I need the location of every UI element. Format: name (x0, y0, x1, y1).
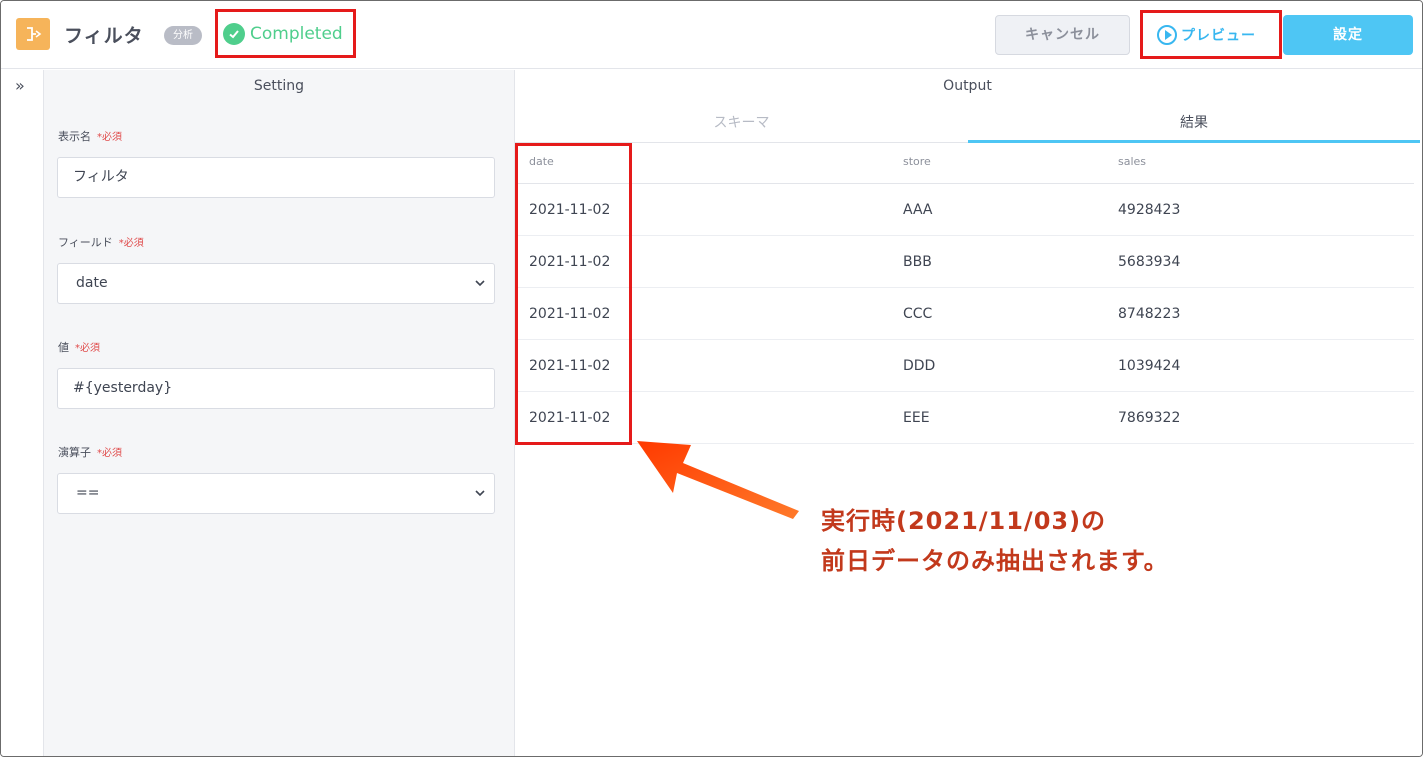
header: フィルタ 分析 Completed キャンセル プレビュー 設定 (1, 1, 1422, 69)
preview-label: プレビュー (1181, 28, 1256, 44)
table-cell: DDD (903, 358, 936, 374)
table-cell: AAA (903, 202, 933, 218)
setting-button[interactable]: 設定 (1283, 15, 1413, 55)
field-select[interactable]: date (57, 263, 495, 304)
table-cell: 8748223 (1118, 306, 1181, 322)
table-cell: 1039424 (1118, 358, 1181, 374)
tab-schema[interactable]: スキーマ (515, 112, 968, 143)
table-cell: 2021-11-02 (529, 358, 611, 374)
node-icon (16, 18, 50, 50)
annotation-text: 実行時(2021/11/03)の 前日データのみ抽出されます。 (821, 501, 1169, 581)
table-row: 2021-11-02 BBB 5683934 (515, 236, 1414, 288)
table-cell: 2021-11-02 (529, 254, 611, 270)
table-header: date store sales (515, 143, 1414, 184)
status-indicator: Completed (223, 23, 343, 45)
check-circle-icon (223, 23, 245, 45)
field-label: フィールド *必須 (58, 236, 144, 249)
table-cell: EEE (903, 410, 930, 426)
window: フィルタ 分析 Completed キャンセル プレビュー 設定 » Setti… (0, 0, 1423, 757)
chevron-down-icon (475, 264, 485, 319)
table-cell: 2021-11-02 (529, 202, 611, 218)
column-header: date (529, 155, 554, 168)
column-header: store (903, 155, 931, 168)
table-cell: 4928423 (1118, 202, 1181, 218)
tab-result[interactable]: 結果 (968, 112, 1420, 143)
status-label: Completed (250, 24, 343, 44)
table-row: 2021-11-02 DDD 1039424 (515, 340, 1414, 392)
table-cell: 2021-11-02 (529, 306, 611, 322)
side-rail: » (1, 70, 44, 756)
column-header: sales (1118, 155, 1147, 168)
table-cell: BBB (903, 254, 932, 270)
table-row: 2021-11-02 AAA 4928423 (515, 184, 1414, 236)
display-name-input[interactable]: フィルタ (57, 157, 495, 198)
value-label: 値 *必須 (58, 341, 100, 354)
table-cell: 7869322 (1118, 410, 1181, 426)
page-title: フィルタ (64, 25, 144, 47)
chevron-down-icon (475, 474, 485, 529)
table-cell: 5683934 (1118, 254, 1181, 270)
operator-select[interactable]: == (57, 473, 495, 514)
value-input[interactable]: #{yesterday} (57, 368, 495, 409)
output-panel: Output スキーマ 結果 date store sales 2021-11-… (515, 70, 1422, 756)
arrow-icon (637, 441, 799, 519)
setting-panel: Setting 表示名 *必須 フィルタ フィールド *必須 date 値 *必須 #… (44, 70, 515, 756)
category-badge: 分析 (164, 26, 202, 45)
cancel-button[interactable]: キャンセル (995, 15, 1130, 55)
double-chevron-right-icon[interactable]: » (15, 76, 25, 95)
result-table: date store sales 2021-11-02 AAA 4928423 … (515, 143, 1414, 444)
operator-label: 演算子 *必須 (58, 446, 122, 459)
display-name-label: 表示名 *必須 (58, 130, 122, 143)
play-circle-icon (1157, 25, 1177, 45)
table-cell: 2021-11-02 (529, 410, 611, 426)
table-cell: CCC (903, 306, 933, 322)
table-row: 2021-11-02 CCC 8748223 (515, 288, 1414, 340)
annotation-line: 前日データのみ抽出されます。 (821, 547, 1169, 575)
annotation-line: 実行時(2021/11/03)の (821, 507, 1107, 535)
preview-button[interactable]: プレビュー (1149, 15, 1275, 55)
setting-panel-title: Setting (253, 78, 305, 94)
output-panel-title: Output (943, 78, 992, 94)
